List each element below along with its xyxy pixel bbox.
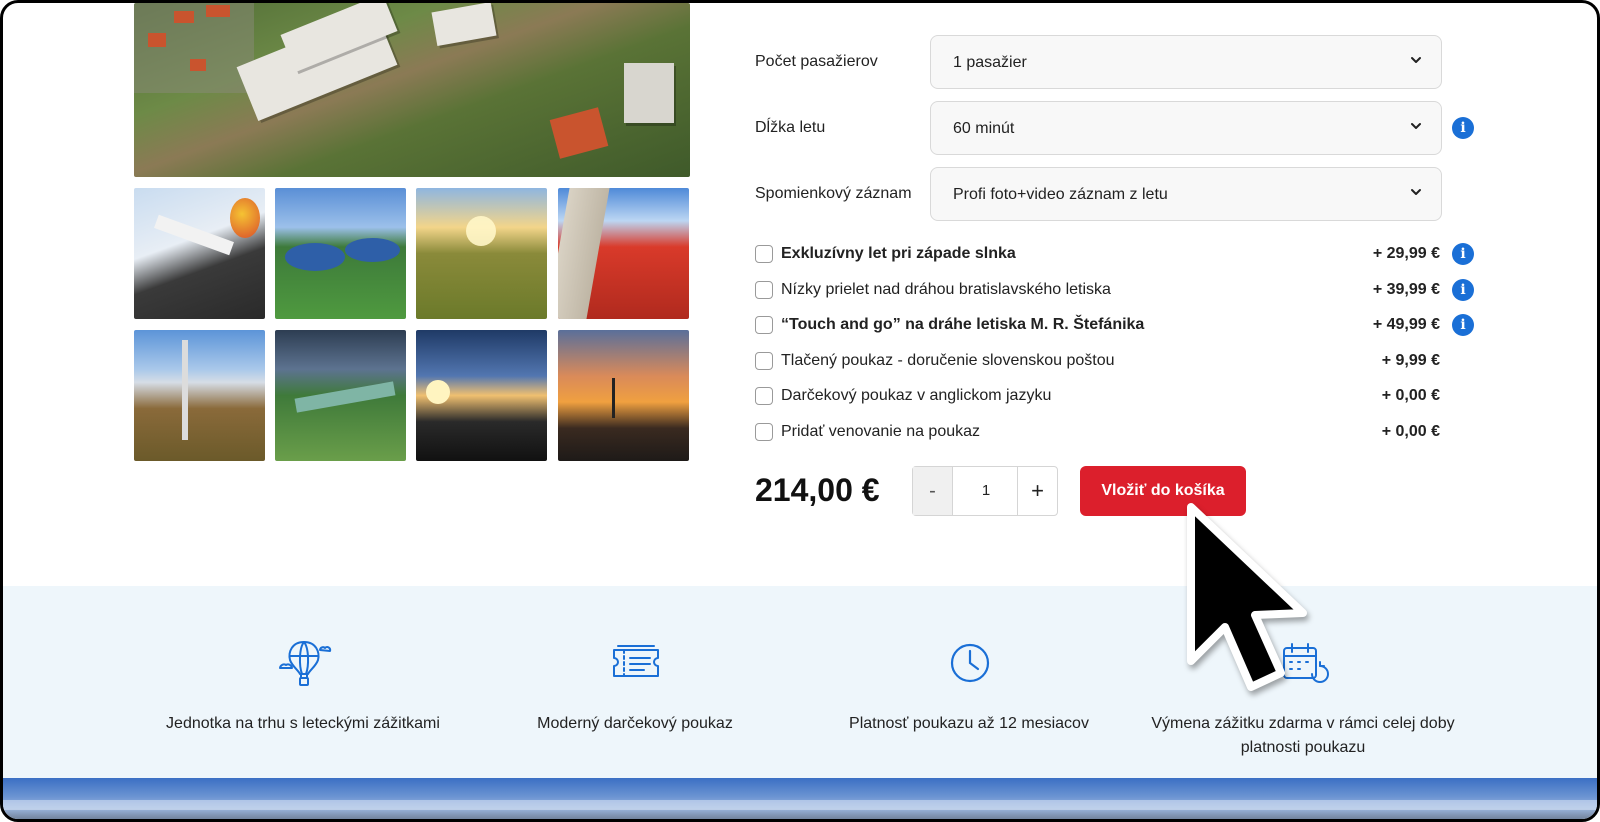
info-icon[interactable]: i <box>1452 117 1474 139</box>
record-row: Spomienkový záznam Profi foto+video zázn… <box>755 167 1475 221</box>
gallery-thumb[interactable] <box>558 330 689 461</box>
option-price: + 0,00 € <box>1381 423 1440 440</box>
option-checkbox[interactable] <box>755 245 773 263</box>
passengers-row: Počet pasažierov 1 pasažier <box>755 35 1475 89</box>
option-touch-and-go: “Touch and go” na dráhe letiska M. R. Št… <box>755 312 1475 340</box>
duration-row: Dĺžka letu 60 minút i <box>755 101 1475 155</box>
info-icon[interactable]: i <box>1452 314 1474 336</box>
duration-select[interactable]: 60 minút <box>930 101 1442 155</box>
mouse-cursor-icon <box>1187 503 1307 691</box>
gallery-thumb[interactable] <box>275 330 406 461</box>
option-printed-voucher: Tlačený poukaz - doručenie slovenskou po… <box>755 348 1475 376</box>
chevron-down-icon <box>1411 189 1421 195</box>
gallery-thumb[interactable] <box>416 330 547 461</box>
chevron-down-icon <box>1411 57 1421 63</box>
hot-air-balloon-icon <box>279 641 332 686</box>
passengers-label: Počet pasažierov <box>755 53 878 70</box>
duration-label: Dĺžka letu <box>755 119 826 136</box>
panorama-image <box>3 778 1597 819</box>
clock-icon <box>950 643 990 683</box>
page-frame: Počet pasažierov 1 pasažier Dĺžka letu 6… <box>0 0 1600 822</box>
option-label: Nízky prielet nad dráhou bratislavského … <box>781 281 1111 298</box>
gallery-thumb[interactable] <box>275 188 406 319</box>
option-label: Exkluzívny let pri západe slnka <box>781 245 1016 262</box>
option-price: + 0,00 € <box>1381 387 1440 404</box>
ticket-icon <box>613 645 659 677</box>
quantity-decrease-button[interactable]: - <box>913 467 953 515</box>
info-icon[interactable]: i <box>1452 243 1474 265</box>
option-price: + 9,99 € <box>1381 352 1440 369</box>
chevron-down-icon <box>1411 123 1421 129</box>
total-price: 214,00 € <box>755 472 880 508</box>
passengers-value: 1 pasažier <box>953 54 1027 71</box>
passengers-select[interactable]: 1 pasažier <box>930 35 1442 89</box>
option-english-voucher: Darčekový poukaz v anglickom jazyku + 0,… <box>755 383 1475 411</box>
duration-value: 60 minút <box>953 120 1015 137</box>
option-low-pass: Nízky prielet nad dráhou bratislavského … <box>755 277 1475 305</box>
option-price: + 49,99 € <box>1372 316 1440 333</box>
option-checkbox[interactable] <box>755 316 773 334</box>
option-price: + 29,99 € <box>1372 245 1440 262</box>
quantity-stepper: - 1 + <box>912 466 1058 516</box>
option-label: Darčekový poukaz v anglickom jazyku <box>781 387 1052 404</box>
record-label: Spomienkový záznam <box>755 185 912 202</box>
record-select[interactable]: Profi foto+video záznam z letu <box>930 167 1442 221</box>
option-checkbox[interactable] <box>755 387 773 405</box>
info-icon[interactable]: i <box>1452 279 1474 301</box>
option-price: + 39,99 € <box>1372 281 1440 298</box>
gallery-thumb[interactable] <box>134 188 265 319</box>
option-label: “Touch and go” na dráhe letiska M. R. Št… <box>781 316 1145 333</box>
feature-text: Výmena zážitku zdarma v rámci celej doby… <box>1151 715 1455 756</box>
option-label: Tlačený poukaz - doručenie slovenskou po… <box>781 352 1115 369</box>
option-checkbox[interactable] <box>755 281 773 299</box>
option-dedication: Pridať venovanie na poukaz + 0,00 € <box>755 419 1475 447</box>
option-label: Pridať venovanie na poukaz <box>781 423 981 440</box>
option-checkbox[interactable] <box>755 423 773 441</box>
gallery-main-photo[interactable] <box>134 3 690 177</box>
record-value: Profi foto+video záznam z letu <box>953 186 1168 203</box>
option-sunset-flight: Exkluzívny let pri západe slnka + 29,99 … <box>755 241 1475 269</box>
feature-text: Platnosť poukazu až 12 mesiacov <box>849 715 1089 732</box>
gallery-thumb[interactable] <box>134 330 265 461</box>
quantity-input[interactable]: 1 <box>953 467 1019 515</box>
gallery-thumb[interactable] <box>416 188 547 319</box>
feature-text: Moderný darčekový poukaz <box>537 715 733 732</box>
quantity-increase-button[interactable]: + <box>1017 467 1057 515</box>
feature-text: Jednotka na trhu s leteckými zážitkami <box>166 715 440 732</box>
option-checkbox[interactable] <box>755 352 773 370</box>
gallery-thumb[interactable] <box>558 188 689 319</box>
features-band: Jednotka na trhu s leteckými zážitkami M… <box>3 586 1597 778</box>
